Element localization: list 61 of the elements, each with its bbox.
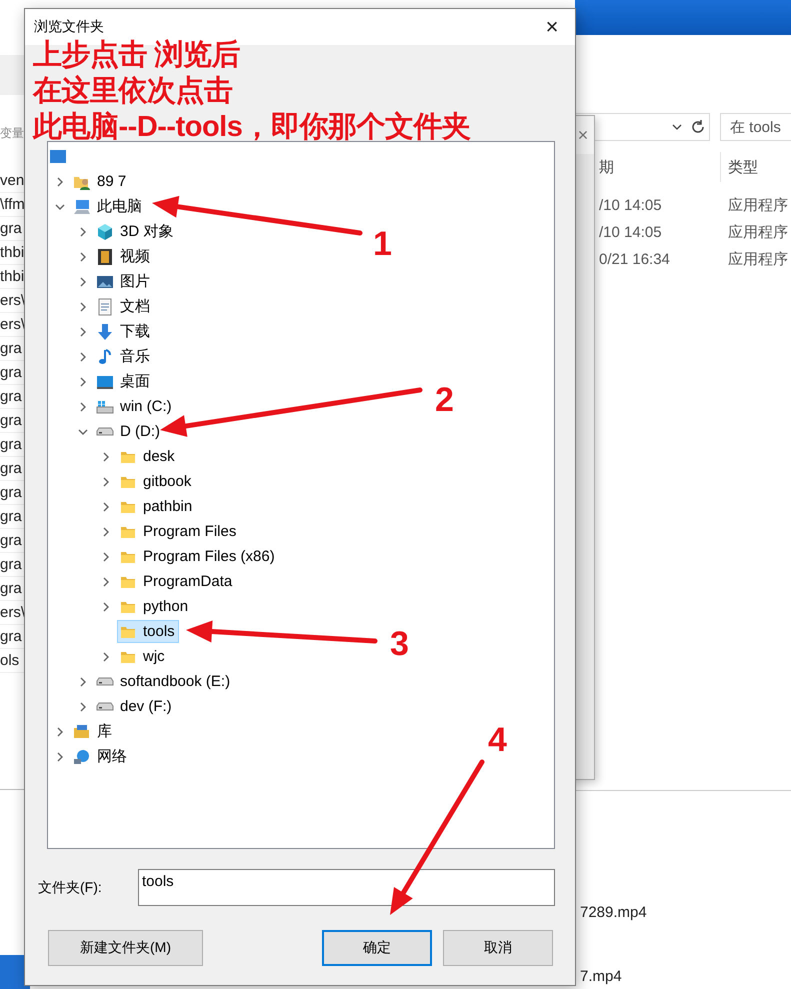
tree-item[interactable]: 3D 对象 bbox=[94, 220, 178, 243]
tree-item[interactable]: D (D:) bbox=[94, 420, 164, 443]
table-cell: 应用程序 bbox=[728, 223, 788, 242]
annotation-text: 在这里依次点击 bbox=[33, 74, 234, 108]
drive-icon bbox=[96, 702, 114, 711]
table-cell: 应用程序 bbox=[728, 250, 788, 269]
tree-item[interactable]: Program Files (x86) bbox=[117, 545, 279, 568]
tree-item[interactable]: 文档 bbox=[94, 295, 154, 318]
tree-item[interactable]: dev (F:) bbox=[94, 695, 176, 718]
file-name[interactable]: 7.mp4 bbox=[575, 968, 791, 988]
table-cell-text: /10 14:05 bbox=[598, 197, 663, 214]
tree-item[interactable]: 此电脑 bbox=[71, 195, 146, 218]
file-name[interactable]: 7289.mp4 bbox=[575, 904, 791, 924]
dialog-button[interactable]: 取消 bbox=[443, 930, 553, 966]
step-number: 4 bbox=[488, 722, 507, 758]
tree-item[interactable]: 图片 bbox=[94, 270, 154, 293]
search-field[interactable]: 在 tools bbox=[720, 113, 791, 141]
film-icon bbox=[96, 248, 114, 266]
document-icon bbox=[96, 298, 114, 316]
drive-icon bbox=[96, 677, 114, 686]
tree-item[interactable]: 库 bbox=[71, 720, 116, 743]
tree-item[interactable]: pathbin bbox=[117, 495, 196, 518]
search-label: 变量 bbox=[0, 125, 25, 142]
tree-item[interactable]: python bbox=[117, 595, 192, 618]
desktop-icon bbox=[49, 148, 67, 166]
dialog-button[interactable]: 确定 bbox=[322, 930, 432, 966]
tree-item[interactable]: 桌面 bbox=[94, 370, 154, 393]
tree-item[interactable]: ProgramData bbox=[117, 570, 236, 593]
annotation-text: 此电脑--D--tools，即你那个文件夹 bbox=[33, 110, 470, 144]
window-title: 浏览文件夹 bbox=[33, 18, 104, 36]
table-cell-text: 0/21 16:34 bbox=[598, 251, 671, 268]
tree-item[interactable]: Program Files bbox=[117, 520, 240, 543]
tree-item[interactable]: tools bbox=[117, 620, 179, 643]
library-icon bbox=[73, 722, 91, 740]
tree-item[interactable]: 89 7 bbox=[71, 170, 130, 193]
tree-item[interactable]: gitbook bbox=[117, 470, 196, 493]
column-header[interactable]: 类型 bbox=[728, 158, 758, 176]
step-number: 2 bbox=[435, 382, 454, 418]
folder-input-field[interactable]: tools bbox=[138, 869, 555, 906]
tree-item[interactable]: desk bbox=[117, 445, 179, 468]
drive-icon bbox=[96, 427, 114, 436]
field-label: 文件夹(F): bbox=[37, 878, 103, 896]
tree-item[interactable]: win (C:) bbox=[94, 395, 176, 418]
table-cell: 应用程序 bbox=[728, 196, 788, 215]
tree-item[interactable]: 视频 bbox=[94, 245, 154, 268]
tree-item[interactable]: wjc bbox=[117, 645, 169, 668]
music-note-icon bbox=[96, 348, 114, 366]
cube-icon bbox=[96, 222, 114, 240]
annotation-text: 上步点击 浏览后 bbox=[33, 38, 242, 72]
table-cell-text: /10 14:05 bbox=[598, 224, 663, 241]
step-number: 1 bbox=[373, 226, 392, 262]
tree-item[interactable]: 音乐 bbox=[94, 345, 154, 368]
tree-item[interactable]: softandbook (E:) bbox=[94, 670, 234, 693]
dialog-button[interactable]: 新建文件夹(M) bbox=[48, 930, 203, 966]
down-arrow-icon bbox=[96, 322, 114, 340]
tree-item[interactable]: 下载 bbox=[94, 320, 154, 343]
tree-item[interactable]: 网络 bbox=[71, 745, 131, 768]
step-number: 3 bbox=[390, 626, 409, 662]
network-icon bbox=[73, 748, 91, 766]
close-button[interactable]: × bbox=[529, 9, 575, 45]
computer-icon bbox=[73, 198, 91, 216]
